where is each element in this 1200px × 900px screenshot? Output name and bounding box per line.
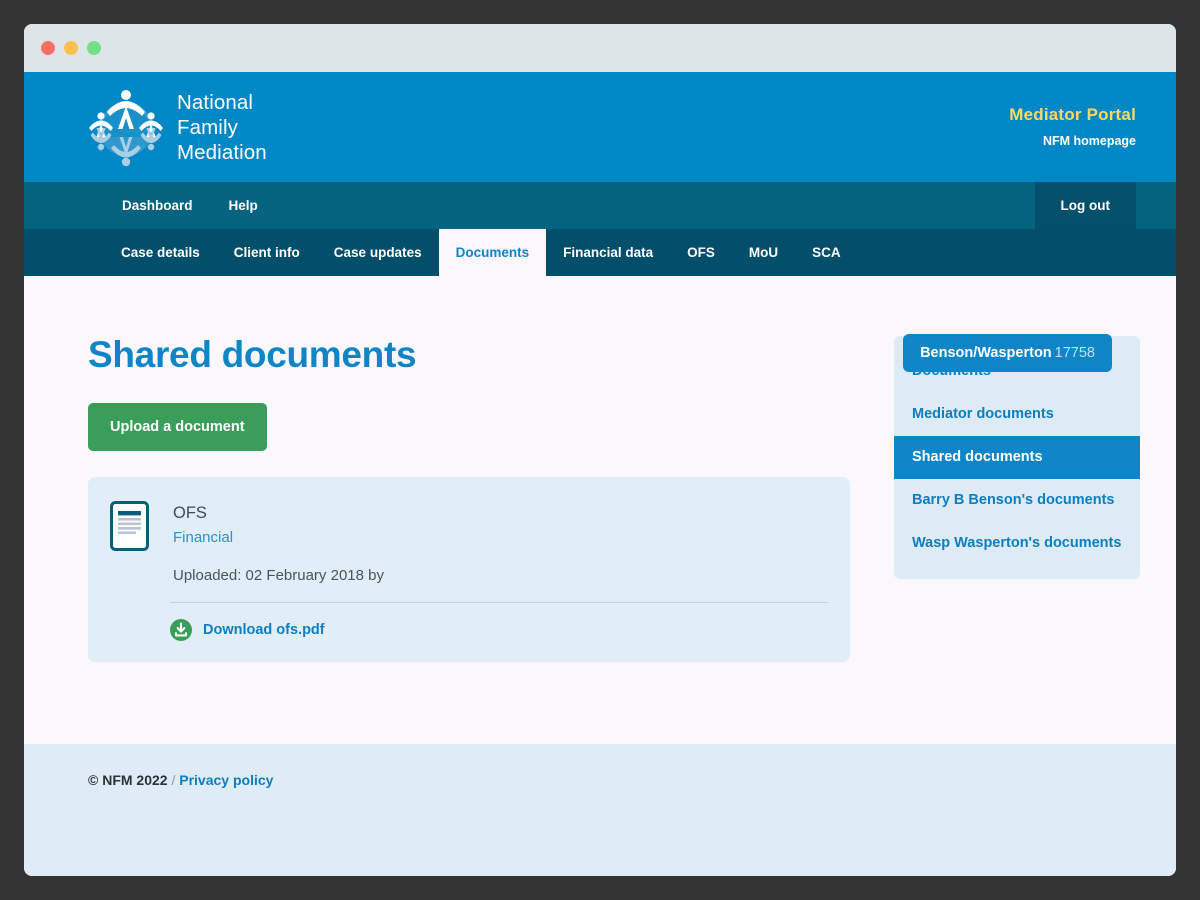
nav-item-dashboard[interactable]: Dashboard xyxy=(104,182,211,229)
case-badge-number: 17758 xyxy=(1054,345,1095,361)
portal-title: Mediator Portal xyxy=(1009,105,1136,125)
window-titlebar xyxy=(24,24,1176,72)
brand-logo[interactable]: National Family Mediation xyxy=(88,87,267,167)
primary-navigation: Dashboard Help Log out xyxy=(24,182,1176,229)
upload-document-button[interactable]: Upload a document xyxy=(88,403,267,451)
brand-line-1: National xyxy=(177,90,254,114)
maximize-window-button[interactable] xyxy=(87,41,101,55)
portal-info: Mediator Portal NFM homepage xyxy=(1009,105,1136,148)
tab-client-info[interactable]: Client info xyxy=(217,229,317,276)
document-uploaded-date: Uploaded: 02 February 2018 by xyxy=(173,567,384,585)
tab-case-details[interactable]: Case details xyxy=(104,229,217,276)
nfm-homepage-link[interactable]: NFM homepage xyxy=(1009,134,1136,149)
case-badge[interactable]: Benson/Wasperton 17758 xyxy=(903,334,1112,372)
case-tab-navigation: Case details Client info Case updates Do… xyxy=(24,229,1176,276)
page-title: Shared documents xyxy=(88,334,417,375)
documents-side-navigation: Documents Mediator documents Shared docu… xyxy=(894,336,1140,580)
brand-wordmark: National Family Mediation xyxy=(177,90,267,165)
nfm-circle-of-people-logo-icon xyxy=(89,90,163,167)
document-file-icon xyxy=(110,501,149,551)
tab-mou[interactable]: MoU xyxy=(732,229,795,276)
main-column: Shared documents Upload a document OFS F… xyxy=(88,334,870,663)
site-header: National Family Mediation Mediator Porta… xyxy=(24,72,1176,182)
site-footer: © NFM 2022 / Privacy policy xyxy=(24,744,1176,876)
nav-item-help[interactable]: Help xyxy=(211,182,276,229)
footer-copyright: © NFM 2022 xyxy=(88,772,168,788)
minimize-window-button[interactable] xyxy=(64,41,78,55)
document-card: OFS Financial Uploaded: 02 February 2018… xyxy=(88,477,850,663)
download-circle-icon xyxy=(170,619,192,642)
privacy-policy-link[interactable]: Privacy policy xyxy=(179,772,273,788)
footer-legal: © NFM 2022 / Privacy policy xyxy=(88,772,1112,788)
sidebar-item-wasp-waspertons-documents[interactable]: Wasp Wasperton's documents xyxy=(894,522,1140,565)
sidebar-item-shared-documents[interactable]: Shared documents xyxy=(894,436,1140,480)
brand-line-3: Mediation xyxy=(177,140,267,164)
close-window-button[interactable] xyxy=(41,41,55,55)
sidebar-item-barry-b-bensons-documents[interactable]: Barry B Benson's documents xyxy=(894,479,1140,522)
browser-window: National Family Mediation Mediator Porta… xyxy=(24,24,1176,876)
case-badge-name: Benson/Wasperton xyxy=(920,345,1052,361)
tab-ofs[interactable]: OFS xyxy=(670,229,732,276)
tab-financial-data[interactable]: Financial data xyxy=(546,229,670,276)
document-category: Financial xyxy=(173,529,234,547)
logout-button[interactable]: Log out xyxy=(1034,182,1136,229)
sidebar-item-mediator-documents[interactable]: Mediator documents xyxy=(894,393,1140,436)
page-content: Benson/Wasperton 17758 Shared documents U… xyxy=(24,276,1176,744)
tab-documents[interactable]: Documents xyxy=(438,229,547,276)
document-name: OFS xyxy=(173,504,207,522)
brand-line-2: Family xyxy=(177,115,238,139)
tab-sca[interactable]: SCA xyxy=(795,229,858,276)
download-document-label: Download ofs.pdf xyxy=(203,622,325,639)
footer-separator: / xyxy=(171,772,176,788)
download-document-link[interactable]: Download ofs.pdf xyxy=(170,603,828,662)
tab-case-updates[interactable]: Case updates xyxy=(317,229,439,276)
